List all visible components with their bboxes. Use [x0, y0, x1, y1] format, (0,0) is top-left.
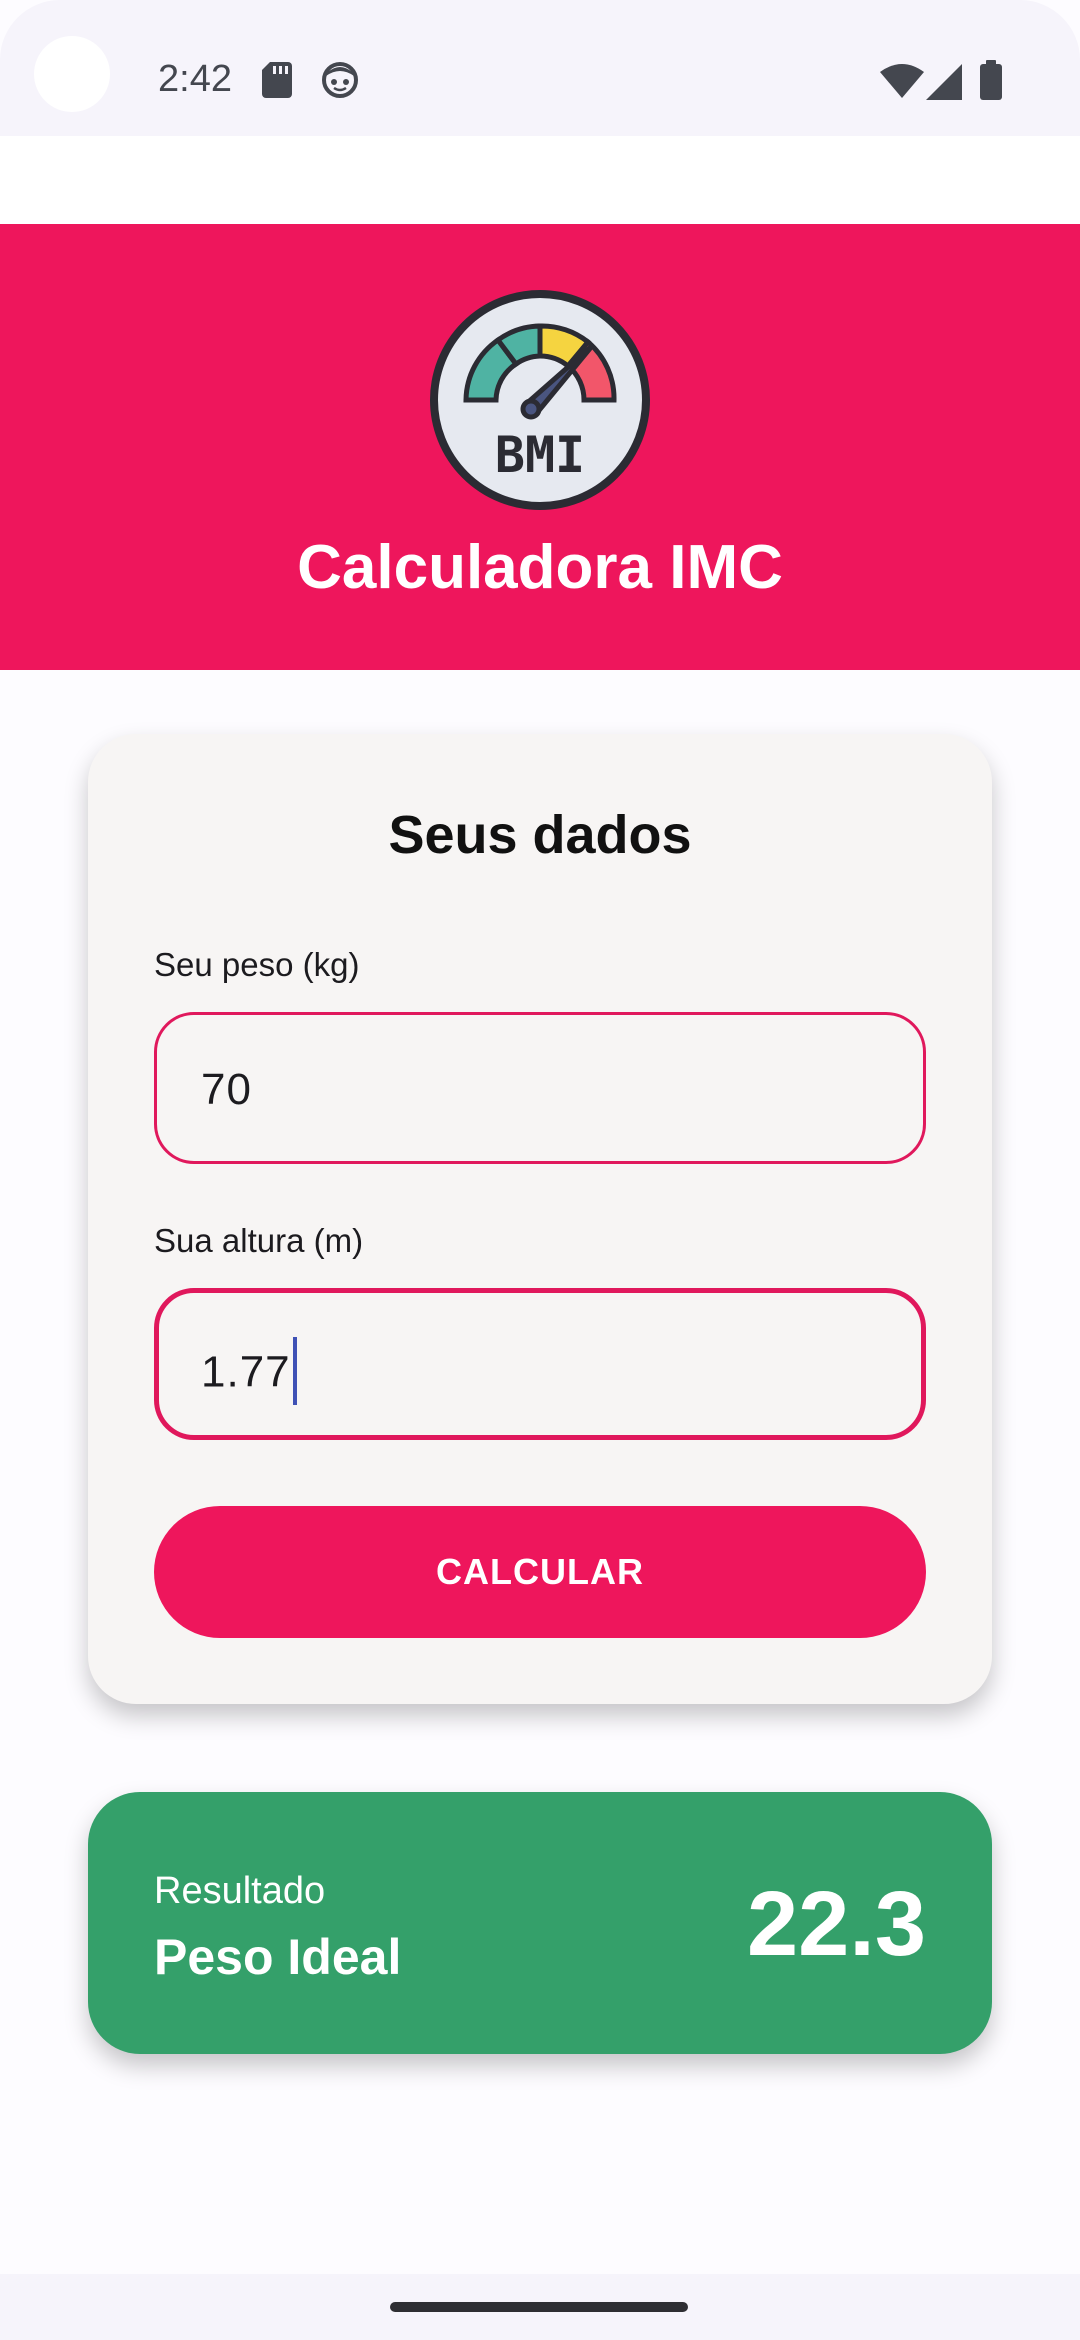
input-card: Seus dados Seu peso (kg) 70 Sua altura (…	[88, 734, 992, 1704]
weight-input[interactable]: 70	[154, 1012, 926, 1164]
result-card: Resultado Peso Ideal 22.3	[88, 1792, 992, 2054]
camera-cutout	[34, 36, 110, 112]
face-icon	[322, 62, 358, 103]
status-time: 2:42	[158, 58, 232, 100]
top-spacer	[0, 136, 1080, 224]
bmi-value: 22.3	[746, 1873, 926, 1975]
app-header: BMI Calculadora IMC	[0, 224, 1080, 670]
battery-icon	[980, 60, 1002, 105]
card-title: Seus dados	[388, 805, 692, 865]
height-value: 1.77	[201, 1347, 291, 1397]
sd-card-icon	[262, 62, 292, 103]
height-value-wrap: 1.77	[201, 1337, 297, 1409]
weight-value: 70	[201, 1065, 252, 1114]
height-label: Sua altura (m)	[154, 1222, 364, 1259]
result-label: Resultado	[154, 1870, 326, 1912]
status-bar: 2:42	[0, 0, 1080, 136]
text-cursor	[292, 1337, 297, 1405]
result-status: Peso Ideal	[154, 1929, 402, 1985]
bmi-gauge-icon: BMI	[428, 288, 652, 512]
logo-text: BMI	[495, 426, 585, 484]
navigation-bar	[0, 2274, 1080, 2340]
home-indicator[interactable]	[390, 2302, 688, 2312]
calculate-button[interactable]: CALCULAR	[154, 1506, 926, 1638]
signal-icon	[926, 64, 962, 105]
page-title: Calculadora IMC	[297, 533, 783, 602]
weight-label: Seu peso (kg)	[154, 946, 360, 983]
wifi-icon	[880, 64, 924, 103]
height-input[interactable]: 1.77	[154, 1288, 926, 1440]
